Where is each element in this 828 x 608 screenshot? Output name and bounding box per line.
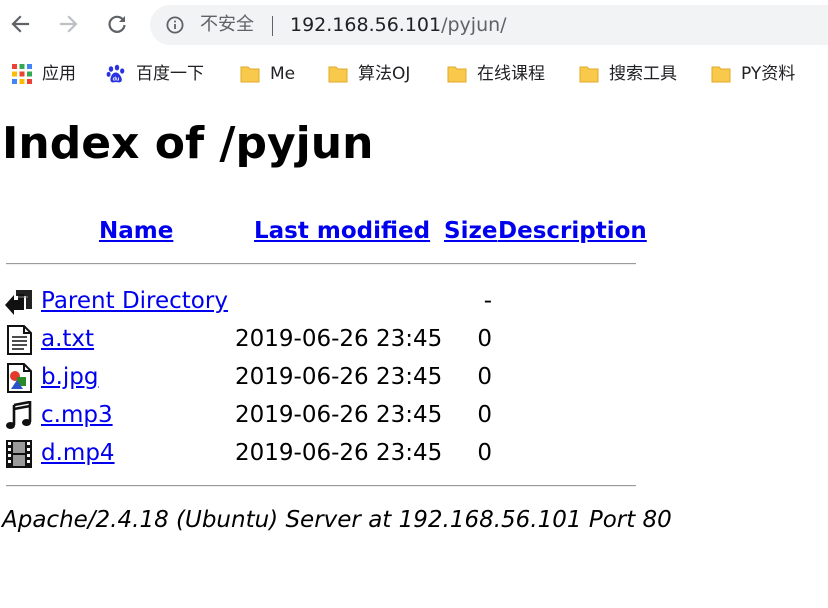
column-header-description[interactable]: Description [498, 216, 647, 246]
bookmark-folder-me[interactable]: Me [240, 62, 295, 86]
table-row: b.jpg 2019-06-26 23:45 0 [0, 359, 640, 395]
file-link[interactable]: d.mp4 [41, 439, 115, 467]
server-signature: Apache/2.4.18 (Ubuntu) Server at 192.168… [2, 507, 672, 533]
security-status[interactable]: 不安全 [200, 14, 254, 36]
file-date: 2019-06-26 23:45 [235, 440, 443, 466]
bookmark-label: 搜索工具 [609, 64, 677, 84]
bookmark-label: Me [270, 64, 296, 84]
forward-button[interactable] [55, 10, 83, 38]
baidu-paw-icon: du [106, 64, 125, 83]
file-date: 2019-06-26 23:45 [235, 326, 443, 352]
file-size: - [483, 288, 492, 314]
file-link[interactable]: c.mp3 [41, 401, 113, 429]
bookmark-baidu[interactable]: du 百度一下 [106, 62, 204, 86]
folder-icon [447, 66, 467, 83]
bookmark-label: PY资料 [741, 64, 796, 84]
file-size: 0 [477, 402, 492, 428]
file-link[interactable]: Parent Directory [41, 287, 228, 315]
text-file-icon [7, 325, 32, 355]
folder-icon [240, 66, 260, 83]
file-size: 0 [477, 326, 492, 352]
divider-bottom [6, 485, 636, 487]
divider-top [6, 263, 636, 265]
image-file-icon [7, 363, 32, 393]
folder-icon [579, 66, 599, 83]
table-row: d.mp4 2019-06-26 23:45 0 [0, 435, 640, 471]
url-text[interactable]: 192.168.56.101/pyjun/ [290, 14, 507, 36]
browser-toolbar: 不安全 192.168.56.101/pyjun/ [0, 0, 828, 52]
column-header-last-modified[interactable]: Last modified [254, 216, 430, 246]
info-icon[interactable] [166, 16, 184, 34]
bookmark-label: 百度一下 [136, 64, 204, 84]
column-header-size[interactable]: Size [444, 216, 497, 246]
file-date: 2019-06-26 23:45 [235, 364, 443, 390]
column-header-name[interactable]: Name [99, 216, 173, 246]
folder-icon [328, 66, 348, 83]
bookmark-folder-oj[interactable]: 算法OJ [328, 62, 410, 86]
file-link[interactable]: a.txt [41, 325, 94, 353]
sound-file-icon [6, 401, 32, 429]
svg-text:du: du [113, 76, 120, 82]
file-date: 2019-06-26 23:45 [235, 402, 443, 428]
bookmark-folder-courses[interactable]: 在线课程 [447, 62, 545, 86]
file-link[interactable]: b.jpg [41, 363, 99, 391]
url-host: 192.168.56.101 [290, 14, 442, 36]
table-row: c.mp3 2019-06-26 23:45 0 [0, 397, 640, 433]
reload-button[interactable] [103, 10, 131, 38]
bookmark-label: 在线课程 [477, 64, 545, 84]
address-bar[interactable]: 不安全 192.168.56.101/pyjun/ [150, 5, 828, 45]
omnibox-separator [272, 16, 273, 36]
table-row: a.txt 2019-06-26 23:45 0 [0, 321, 640, 357]
arrow-left-icon [11, 15, 30, 33]
page-title: Index of /pyjun [2, 118, 374, 169]
movie-file-icon [6, 440, 32, 468]
bookmark-folder-py[interactable]: PY资料 [711, 62, 795, 86]
bookmark-label: 应用 [42, 64, 76, 84]
bookmark-label: 算法OJ [358, 64, 411, 84]
file-size: 0 [477, 440, 492, 466]
folder-icon [711, 66, 731, 83]
arrow-right-icon [59, 15, 78, 33]
file-size: 0 [477, 364, 492, 390]
bookmark-folder-search-tools[interactable]: 搜索工具 [579, 62, 677, 86]
reload-icon [108, 15, 126, 33]
bookmark-apps[interactable]: 应用 [12, 62, 76, 86]
table-row: Parent Directory - [0, 283, 640, 319]
url-path: /pyjun/ [441, 14, 507, 36]
apps-grid-icon [12, 64, 32, 84]
back-arrow-icon [5, 290, 32, 315]
bookmarks-bar: 应用 du 百度一下 Me 算法OJ 在线课程 搜索工具 PY资料 [0, 56, 828, 92]
back-button[interactable] [6, 10, 34, 38]
